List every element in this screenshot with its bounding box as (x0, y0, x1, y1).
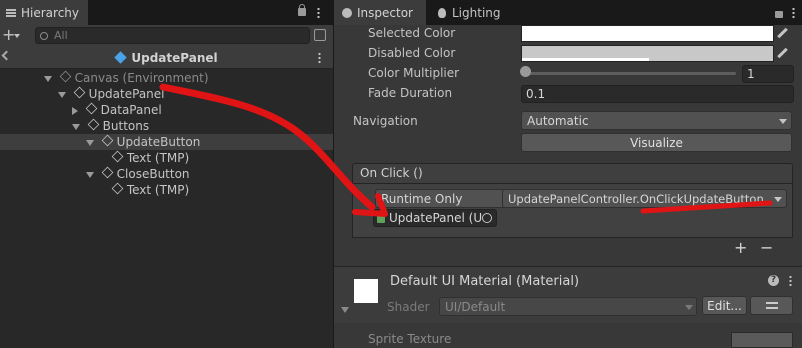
annotation-arrow-stroke (159, 83, 376, 211)
red-annotation-overlay (159, 83, 773, 217)
annotation-underline-stroke (640, 200, 773, 214)
